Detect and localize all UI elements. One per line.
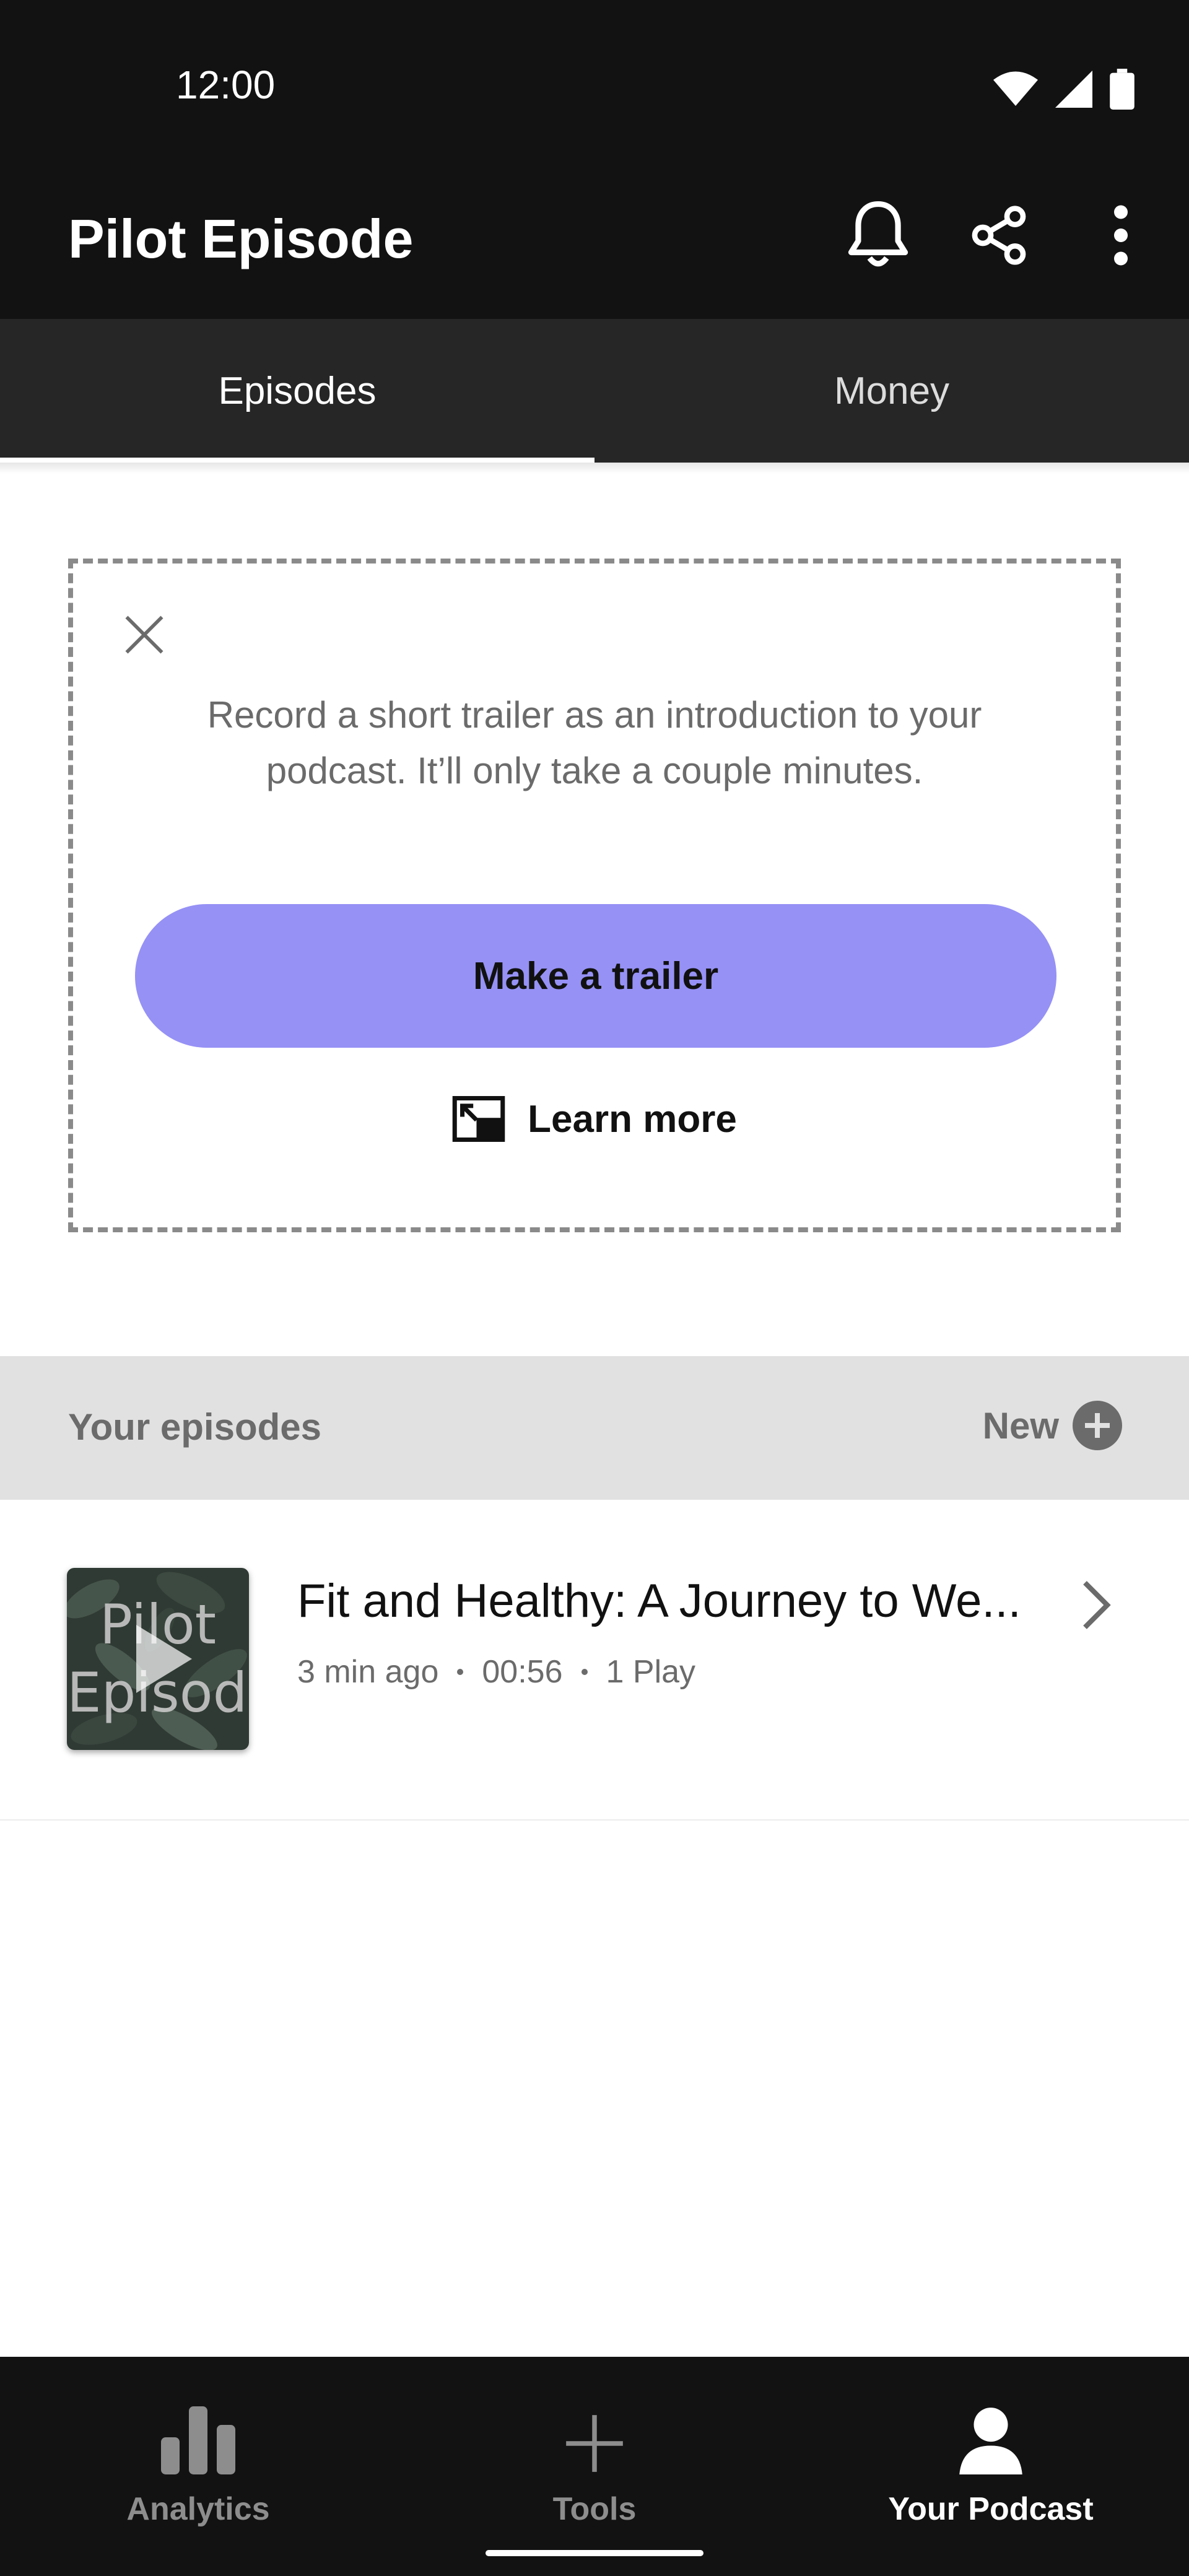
episodes-section-header: Your episodes New bbox=[0, 1356, 1189, 1500]
page-title: Pilot Episode bbox=[68, 208, 414, 269]
share-button[interactable] bbox=[962, 198, 1036, 272]
episode-thumbnail[interactable]: Pilot Episode bbox=[67, 1568, 249, 1750]
status-icons bbox=[993, 67, 1135, 111]
bottom-navigation: Analytics Tools Your Podcast bbox=[0, 2357, 1189, 2576]
nav-your-podcast-label: Your Podcast bbox=[888, 2491, 1094, 2527]
learn-more-label: Learn more bbox=[528, 1097, 737, 1141]
nav-analytics-label: Analytics bbox=[126, 2491, 270, 2527]
tab-episodes[interactable]: Episodes bbox=[0, 319, 594, 463]
person-icon bbox=[959, 2408, 1022, 2474]
status-bar: 12:00 bbox=[0, 0, 1189, 186]
nav-tools[interactable]: Tools bbox=[396, 2357, 793, 2576]
episode-meta: 3 min ago 00:56 1 Play bbox=[297, 1653, 695, 1690]
chevron-right-icon bbox=[1083, 1581, 1111, 1629]
episode-open-button[interactable] bbox=[1071, 1568, 1121, 1642]
tabs-divider bbox=[0, 463, 1189, 474]
nav-analytics[interactable]: Analytics bbox=[0, 2357, 396, 2576]
episode-list-item[interactable]: Pilot Episode Fit and Healthy: A Journey… bbox=[0, 1500, 1189, 1821]
separator-dot bbox=[581, 1669, 588, 1675]
battery-icon bbox=[1110, 69, 1135, 110]
tab-bar: Episodes Money bbox=[0, 319, 1189, 463]
dismiss-button[interactable] bbox=[116, 607, 172, 663]
nav-your-podcast[interactable]: Your Podcast bbox=[793, 2357, 1189, 2576]
tab-money[interactable]: Money bbox=[594, 319, 1189, 463]
share-icon bbox=[972, 206, 1026, 265]
wifi-icon bbox=[993, 71, 1038, 106]
nav-tools-label: Tools bbox=[552, 2491, 637, 2527]
home-indicator[interactable] bbox=[486, 2550, 703, 2556]
bell-icon bbox=[848, 201, 908, 267]
cellular-signal-icon bbox=[1055, 71, 1092, 108]
close-icon bbox=[125, 616, 163, 654]
episode-title: Fit and Healthy: A Journey to We... bbox=[297, 1575, 1021, 1627]
plus-circle-icon bbox=[1073, 1401, 1122, 1450]
more-vertical-icon bbox=[1114, 205, 1128, 266]
new-episode-button[interactable]: New bbox=[983, 1401, 1122, 1450]
new-label: New bbox=[982, 1404, 1059, 1447]
more-options-button[interactable] bbox=[1084, 198, 1158, 272]
bar-chart-icon bbox=[161, 2406, 235, 2474]
make-trailer-button[interactable]: Make a trailer bbox=[135, 904, 1056, 1048]
episode-plays: 1 Play bbox=[606, 1654, 696, 1690]
learn-more-link[interactable]: Learn more bbox=[73, 1096, 1116, 1142]
status-time: 12:00 bbox=[176, 63, 276, 107]
external-link-icon bbox=[452, 1096, 505, 1142]
episode-duration: 00:56 bbox=[482, 1654, 563, 1690]
promo-description: Record a short trailer as an introductio… bbox=[207, 694, 982, 791]
episode-posted: 3 min ago bbox=[297, 1654, 439, 1690]
plus-icon bbox=[566, 2415, 623, 2472]
section-title: Your episodes bbox=[68, 1406, 321, 1448]
notifications-button[interactable] bbox=[841, 198, 915, 272]
trailer-promo-card: Record a short trailer as an introductio… bbox=[68, 559, 1121, 1232]
play-icon bbox=[136, 1625, 192, 1693]
separator-dot bbox=[457, 1669, 464, 1675]
